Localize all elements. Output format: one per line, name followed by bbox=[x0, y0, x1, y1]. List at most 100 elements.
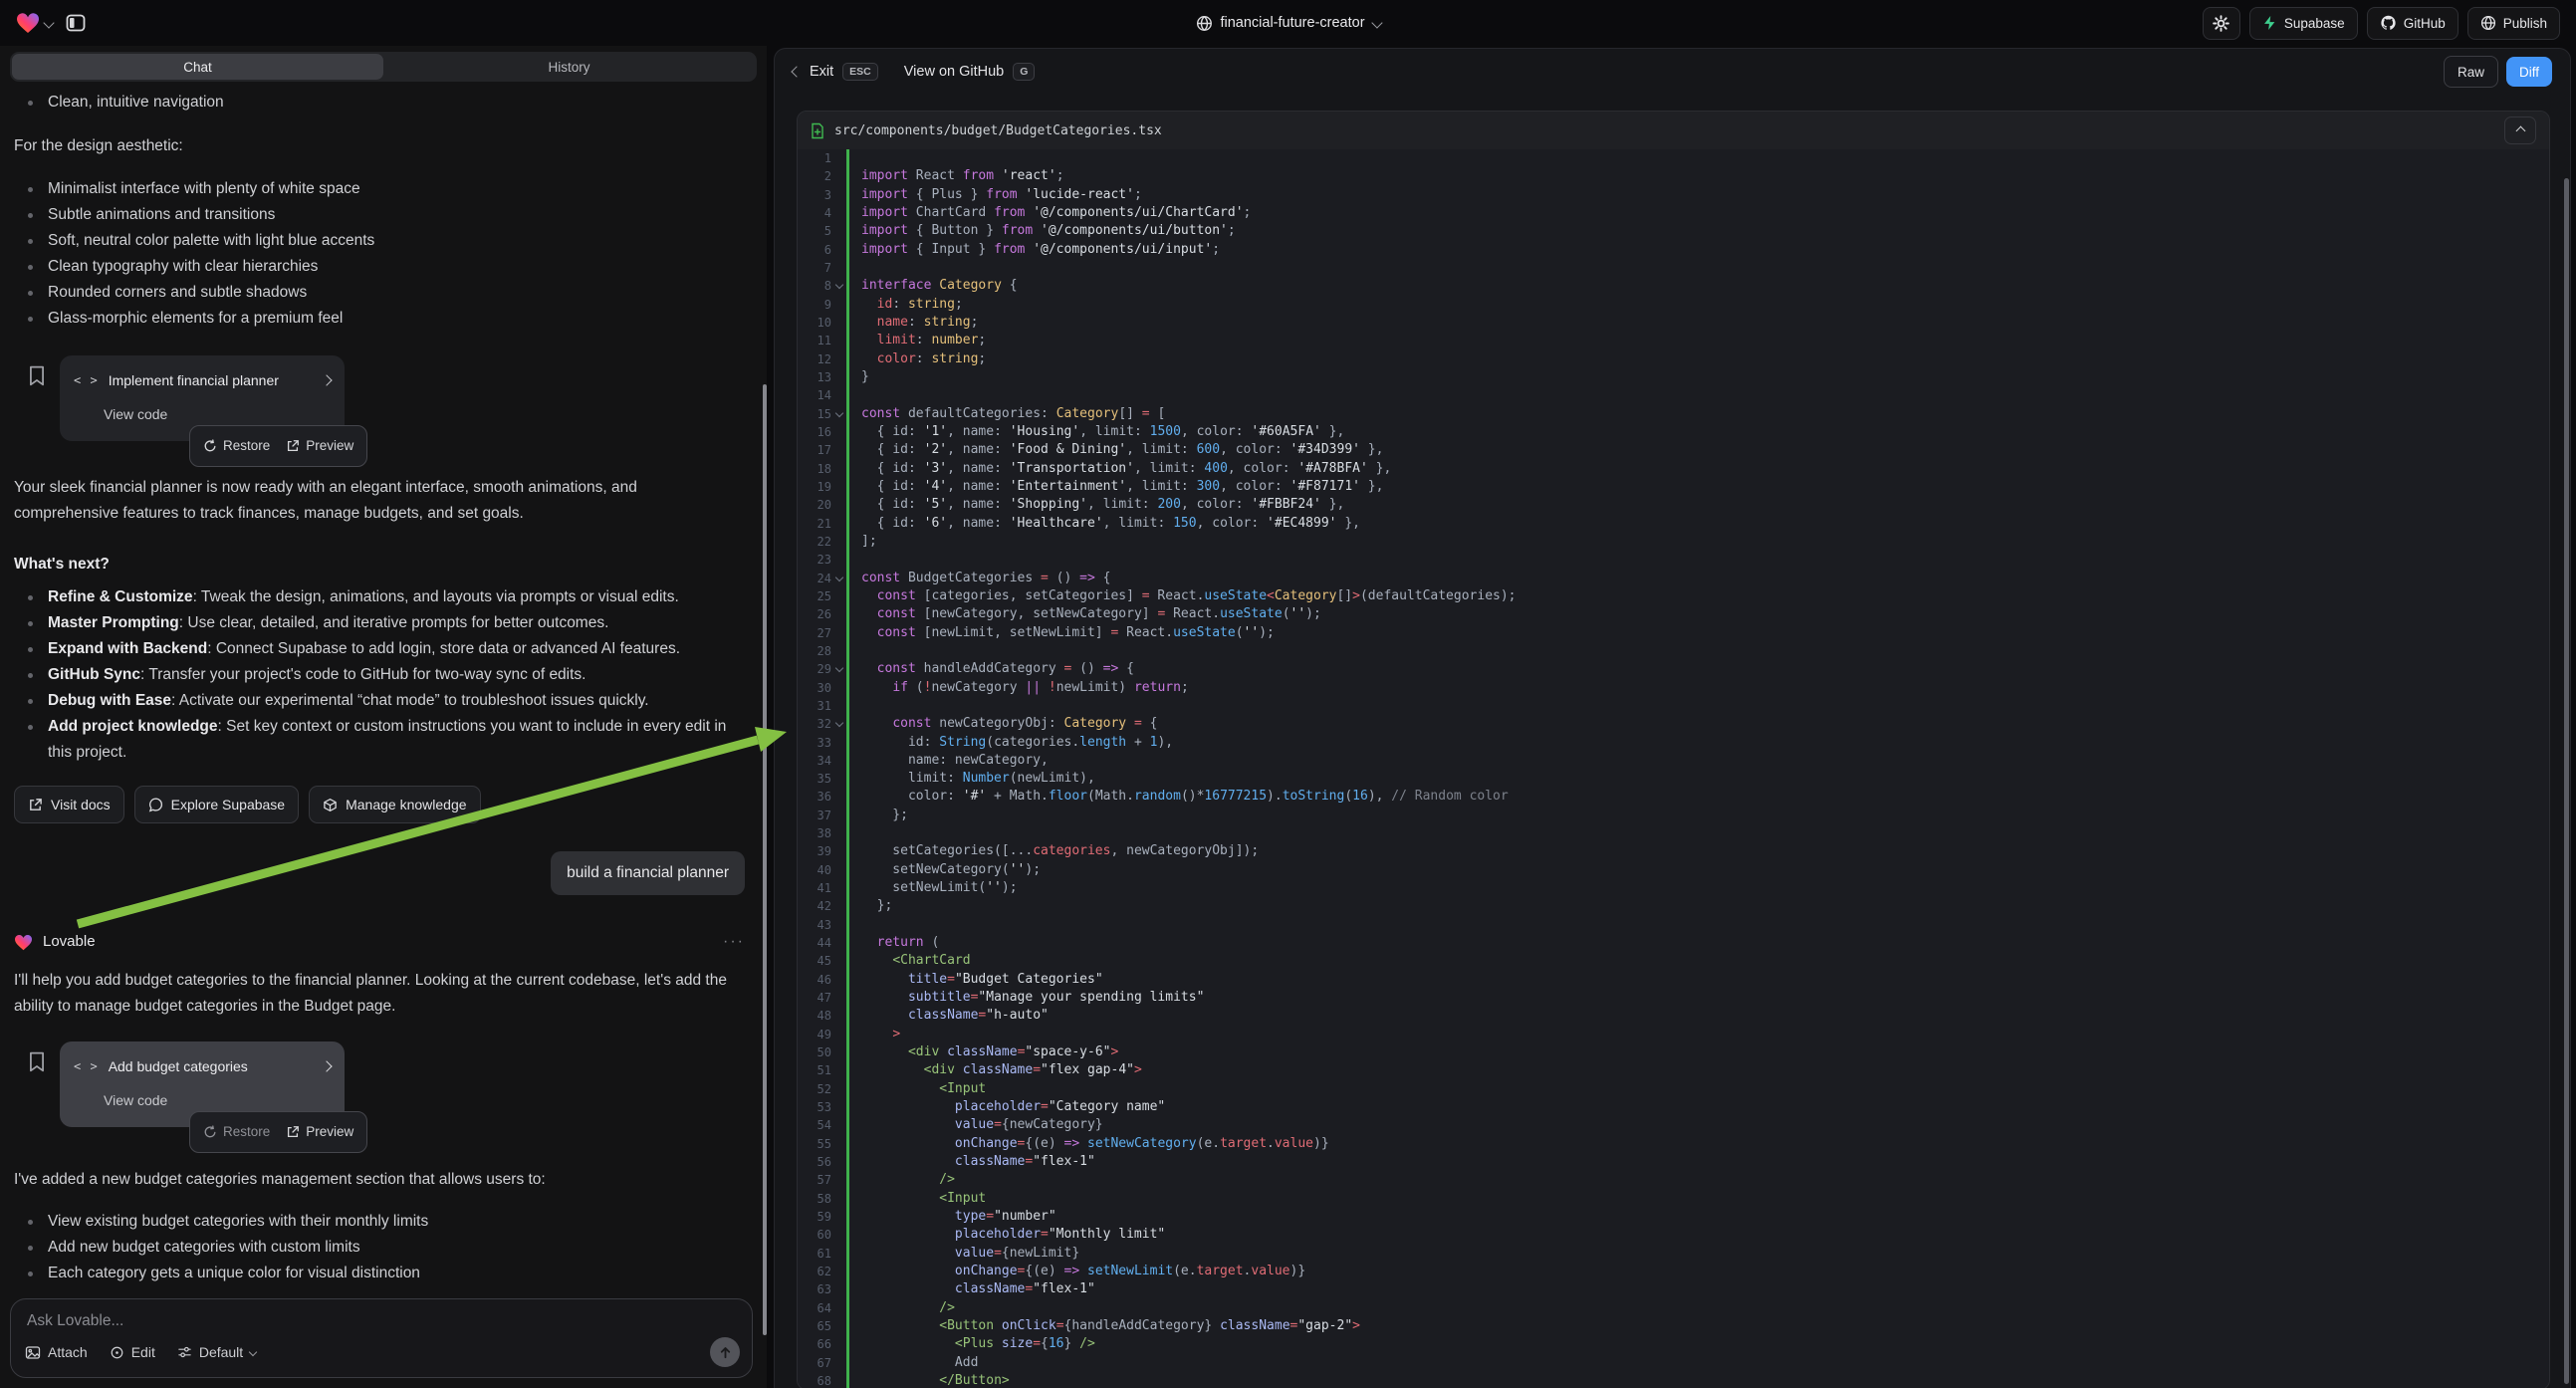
code-line: 30 if (!newCategory || !newLimit) return… bbox=[798, 679, 2549, 697]
fold-chevron-icon[interactable] bbox=[834, 281, 842, 289]
code-line: 1 bbox=[798, 149, 2549, 167]
list-item: Expand with Backend: Connect Supabase to… bbox=[14, 636, 745, 662]
collapse-file-button[interactable] bbox=[2504, 116, 2536, 144]
code-brackets-icon: < > bbox=[74, 367, 99, 393]
code-line: 57 /> bbox=[798, 1171, 2549, 1189]
attach-button[interactable]: Attach bbox=[25, 1344, 88, 1360]
user-message: build a financial planner bbox=[551, 851, 745, 895]
restore-icon bbox=[203, 439, 217, 453]
chat-composer[interactable]: Attach Edit Default bbox=[10, 1298, 753, 1378]
fold-chevron-icon[interactable] bbox=[834, 409, 842, 417]
code-line: 56 className="flex-1" bbox=[798, 1153, 2549, 1171]
code-line: 36 color: '#' + Math.floor(Math.random()… bbox=[798, 788, 2549, 806]
list-item: Refine & Customize: Tweak the design, an… bbox=[14, 584, 745, 610]
list-item: Clean, intuitive navigation bbox=[14, 90, 745, 116]
list-item: Add project knowledge: Set key context o… bbox=[14, 714, 745, 766]
diff-toggle-button[interactable]: Diff bbox=[2506, 57, 2552, 87]
explore-supabase-button[interactable]: Explore Supabase bbox=[134, 786, 299, 823]
code-line: 48 className="h-auto" bbox=[798, 1007, 2549, 1025]
restore-button[interactable]: Restore bbox=[203, 1119, 270, 1145]
code-scrollbar[interactable] bbox=[2564, 178, 2569, 1384]
code-line: 68 </Button> bbox=[798, 1372, 2549, 1388]
code-line: 39 setCategories([...categories, newCate… bbox=[798, 842, 2549, 860]
preview-button[interactable]: Preview bbox=[286, 1119, 353, 1145]
tab-history[interactable]: History bbox=[383, 54, 755, 80]
lovable-heart-icon bbox=[16, 12, 40, 34]
code-brackets-icon: < > bbox=[74, 1053, 99, 1079]
list-item: Soft, neutral color palette with light b… bbox=[14, 228, 745, 254]
g-shortcut-badge: G bbox=[1013, 63, 1035, 81]
restore-button[interactable]: Restore bbox=[203, 433, 270, 459]
code-line: 66 <Plus size={16} /> bbox=[798, 1335, 2549, 1353]
publish-button[interactable]: Publish bbox=[2467, 7, 2560, 40]
sidebar-toggle-button[interactable] bbox=[61, 8, 91, 38]
arrow-up-icon bbox=[719, 1346, 732, 1359]
code-line: 12 color: string; bbox=[798, 350, 2549, 368]
version-card-title: Add budget categories bbox=[109, 1053, 313, 1079]
code-line: 63 className="flex-1" bbox=[798, 1280, 2549, 1298]
chat-scroll-area[interactable]: Clean, intuitive navigation For the desi… bbox=[0, 82, 767, 1288]
raw-toggle-button[interactable]: Raw bbox=[2444, 56, 2498, 88]
code-line: 22]; bbox=[798, 533, 2549, 551]
code-line: 15const defaultCategories: Category[] = … bbox=[798, 405, 2549, 423]
code-line: 8interface Category { bbox=[798, 277, 2549, 295]
exit-button[interactable]: Exit ESC bbox=[793, 63, 878, 81]
code-line: 20 { id: '5', name: 'Shopping', limit: 2… bbox=[798, 496, 2549, 514]
code-viewer-header: Exit ESC View on GitHub G Raw Diff bbox=[775, 49, 2570, 95]
restore-preview-pill: Restore Preview bbox=[189, 425, 367, 467]
code-line: 65 <Button onClick={handleAddCategory} c… bbox=[798, 1317, 2549, 1335]
code-line: 41 setNewLimit(''); bbox=[798, 879, 2549, 897]
fold-chevron-icon[interactable] bbox=[834, 573, 842, 580]
view-on-github-button[interactable]: View on GitHub G bbox=[904, 63, 1036, 81]
more-options-icon[interactable]: ··· bbox=[723, 929, 745, 955]
code-line: 33 id: String(categories.length + 1), bbox=[798, 734, 2549, 752]
tab-chat[interactable]: Chat bbox=[12, 54, 383, 80]
edit-button[interactable]: Edit bbox=[110, 1344, 155, 1360]
bookmark-icon[interactable] bbox=[28, 365, 46, 386]
code-line: 13} bbox=[798, 368, 2549, 386]
code-line: 60 placeholder="Monthly limit" bbox=[798, 1226, 2549, 1244]
project-switcher[interactable]: financial-future-creator bbox=[1195, 0, 1380, 46]
fold-chevron-icon[interactable] bbox=[834, 664, 842, 672]
code-content[interactable]: 12import React from 'react';3import { Pl… bbox=[798, 149, 2549, 1388]
view-code-link[interactable]: View code bbox=[104, 401, 331, 427]
code-line: 14 bbox=[798, 386, 2549, 404]
lovable-logo-menu[interactable] bbox=[16, 12, 53, 34]
list-item: View existing budget categories with the… bbox=[14, 1209, 745, 1235]
external-link-icon bbox=[286, 1125, 300, 1139]
file-diff-card: src/components/budget/BudgetCategories.t… bbox=[797, 111, 2550, 1388]
code-line: 2import React from 'react'; bbox=[798, 167, 2549, 185]
code-line: 25 const [categories, setCategories] = R… bbox=[798, 587, 2549, 605]
view-code-link[interactable]: View code bbox=[104, 1087, 331, 1113]
mode-select[interactable]: Default bbox=[177, 1344, 256, 1360]
assistant-paragraph: Your sleek financial planner is now read… bbox=[14, 475, 745, 527]
list-item: Subtle animations and transitions bbox=[14, 202, 745, 228]
code-line: 32 const newCategoryObj: Category = { bbox=[798, 715, 2549, 733]
chat-scrollbar[interactable] bbox=[763, 384, 767, 1335]
list-item: GitHub Sync: Transfer your project's cod… bbox=[14, 662, 745, 688]
fold-chevron-icon[interactable] bbox=[834, 719, 842, 727]
chat-input[interactable] bbox=[25, 1311, 457, 1331]
attach-image-icon bbox=[25, 1345, 41, 1360]
back-chevron-icon bbox=[791, 66, 802, 77]
code-line: 11 limit: number; bbox=[798, 332, 2549, 349]
manage-knowledge-button[interactable]: Manage knowledge bbox=[309, 786, 480, 823]
top-bar: financial-future-creator Supabase bbox=[0, 0, 2576, 46]
design-heading: For the design aesthetic: bbox=[14, 133, 745, 159]
preview-button[interactable]: Preview bbox=[286, 433, 353, 459]
file-header[interactable]: src/components/budget/BudgetCategories.t… bbox=[798, 112, 2549, 150]
settings-button[interactable] bbox=[2203, 7, 2240, 40]
github-button[interactable]: GitHub bbox=[2367, 7, 2459, 40]
code-line: 46 title="Budget Categories" bbox=[798, 971, 2549, 989]
visit-docs-button[interactable]: Visit docs bbox=[14, 786, 124, 823]
code-line: 50 <div className="space-y-6"> bbox=[798, 1043, 2549, 1061]
restore-preview-pill: Restore Preview bbox=[189, 1111, 367, 1153]
bookmark-icon[interactable] bbox=[28, 1051, 46, 1072]
list-item: Each category gets a unique color for vi… bbox=[14, 1261, 745, 1286]
chevron-down-icon bbox=[249, 1348, 257, 1356]
code-line: 27 const [newLimit, setNewLimit] = React… bbox=[798, 624, 2549, 642]
sidebar-toggle-icon bbox=[66, 14, 86, 32]
list-item: Minimalist interface with plenty of whit… bbox=[14, 176, 745, 202]
send-button[interactable] bbox=[710, 1337, 740, 1367]
supabase-button[interactable]: Supabase bbox=[2249, 7, 2358, 40]
